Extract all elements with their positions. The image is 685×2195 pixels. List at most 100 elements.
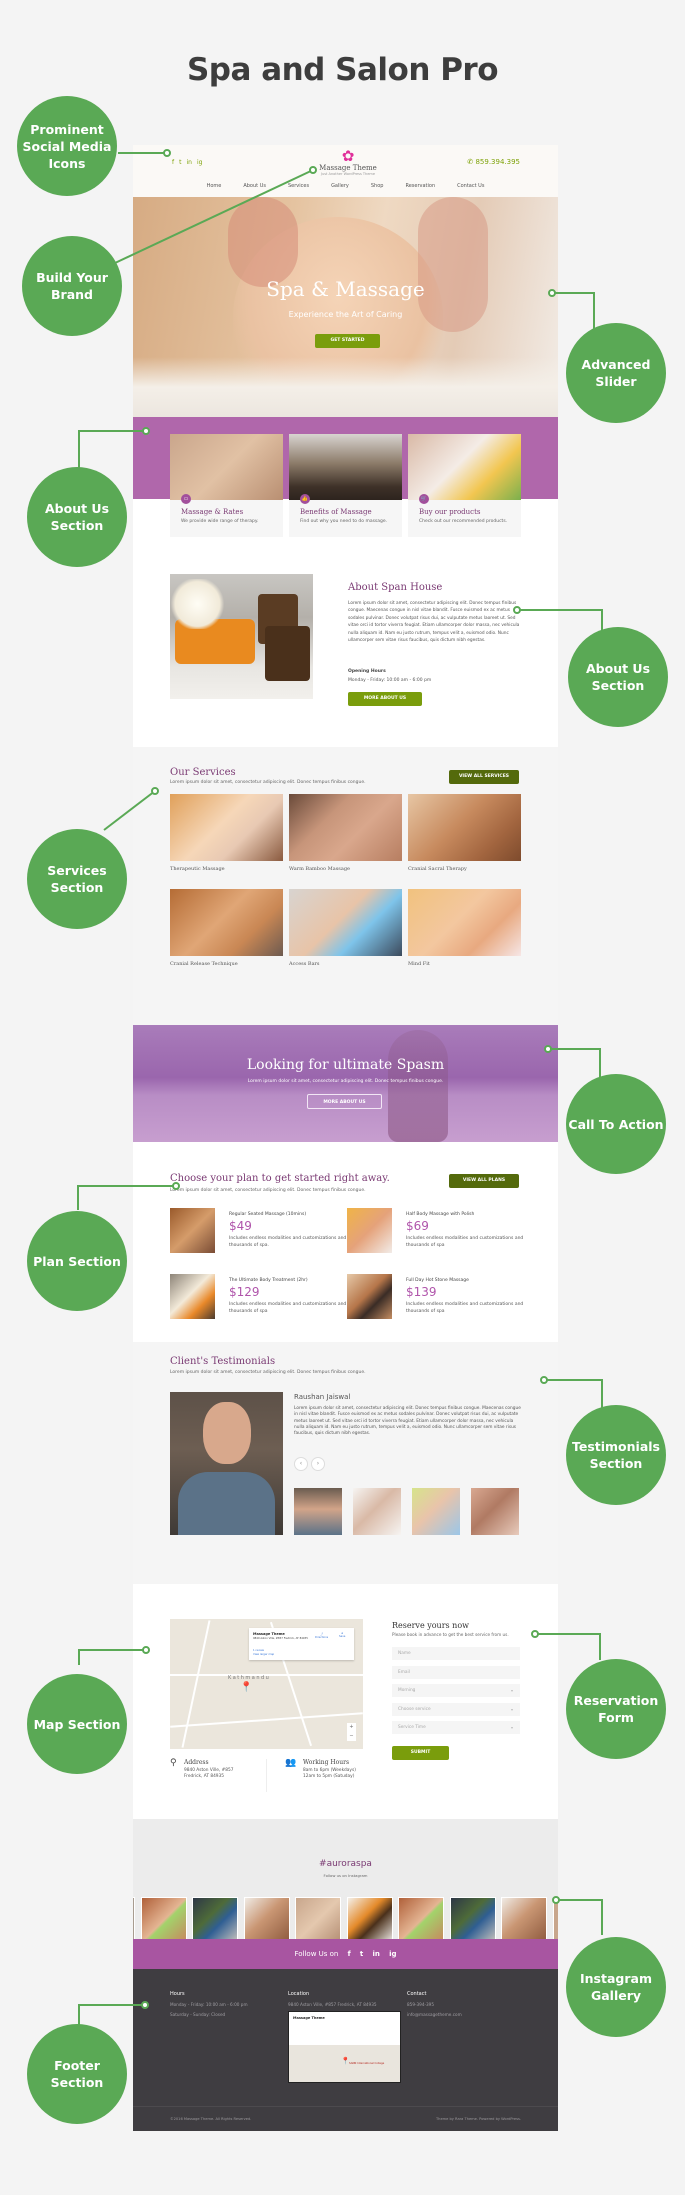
facebook-icon[interactable]: f bbox=[348, 1950, 351, 1958]
site-logo[interactable]: ✿ Massage Theme Just Another WordPress T… bbox=[313, 148, 383, 176]
plan-item[interactable]: The Ultimate Body Treatment (2hr) $129 I… bbox=[170, 1274, 350, 1320]
hero-image-towel bbox=[133, 357, 558, 417]
about-image bbox=[170, 574, 313, 699]
save-button[interactable]: ★ Save bbox=[339, 1632, 345, 1638]
plan-item[interactable]: Half Body Massage with Polish $69 Includ… bbox=[347, 1208, 527, 1254]
view-all-plans-button[interactable]: VIEW ALL PLANS bbox=[449, 1174, 519, 1188]
follow-label: Follow Us on bbox=[294, 1950, 339, 1958]
feature-desc: Check out our recommended products. bbox=[419, 519, 508, 524]
reservation-subtitle: Please book in advance to get the best s… bbox=[392, 1632, 509, 1637]
nav-contact[interactable]: Contact Us bbox=[457, 183, 484, 189]
facebook-icon[interactable]: f bbox=[172, 159, 174, 166]
instagram-photo[interactable] bbox=[141, 1897, 187, 1939]
testimonial-thumb[interactable] bbox=[471, 1488, 519, 1535]
submit-button[interactable]: SUBMIT bbox=[392, 1746, 449, 1760]
feature-card[interactable]: ▭ Massage & Rates We provide wide range … bbox=[170, 434, 283, 537]
instagram-icon[interactable]: ig bbox=[197, 159, 202, 166]
prev-arrow-button[interactable]: ‹ bbox=[294, 1457, 308, 1471]
footer-phone[interactable]: 859-394-395 bbox=[407, 2000, 434, 2010]
footer-map[interactable]: Massage Theme 📍 SANN International Colle… bbox=[288, 2011, 401, 2083]
next-arrow-button[interactable]: › bbox=[311, 1457, 325, 1471]
service-select[interactable]: Choose service ▾ bbox=[392, 1703, 520, 1716]
plan-item[interactable]: Regular Seated Massage (10mins) $49 Incl… bbox=[170, 1208, 350, 1254]
service-item[interactable]: Mind Fit bbox=[408, 889, 521, 967]
zoom-in-button[interactable]: + bbox=[349, 1724, 353, 1730]
testimonials-subtitle: Lorem ipsum dolor sit amet, consectetur … bbox=[170, 1370, 366, 1375]
working-hours-line: 12am to 5pm (Satuday) bbox=[303, 1774, 355, 1779]
service-item[interactable]: Access Bars bbox=[289, 889, 402, 967]
plans-subtitle: Lorem ipsum dolor sit amet, consectetur … bbox=[170, 1188, 366, 1193]
feature-card[interactable]: 🛒 Buy our products Check out our recomme… bbox=[408, 434, 521, 537]
callout-about-us-left: About Us Section bbox=[27, 467, 127, 567]
testimonial-thumb[interactable] bbox=[294, 1488, 342, 1535]
get-started-button[interactable]: GET STARTED bbox=[315, 334, 380, 348]
nav-reservation[interactable]: Reservation bbox=[405, 183, 435, 189]
callout-map: Map Section bbox=[27, 1674, 127, 1774]
callout-plan: Plan Section bbox=[27, 1211, 127, 1311]
instagram-photo[interactable] bbox=[295, 1897, 341, 1939]
name-field[interactable]: Name bbox=[392, 1647, 520, 1660]
phone-icon: ✆ bbox=[467, 158, 474, 166]
service-item[interactable]: Therapeutic Massage bbox=[170, 794, 283, 872]
instagram-photo[interactable] bbox=[501, 1897, 547, 1939]
nav-shop[interactable]: Shop bbox=[371, 183, 384, 189]
twitter-icon[interactable]: t bbox=[360, 1950, 363, 1958]
address-title: Address bbox=[184, 1759, 209, 1766]
plan-name: Regular Seated Massage (10mins) bbox=[229, 1212, 307, 1217]
directions-button[interactable]: ⤴ Directions bbox=[315, 1632, 328, 1639]
service-item[interactable]: Cranial Sacral Therapy bbox=[408, 794, 521, 872]
map-reviews-link[interactable]: 1 review bbox=[253, 1649, 264, 1652]
more-about-us-button[interactable]: MORE ABOUT US bbox=[348, 692, 422, 706]
nav-home[interactable]: Home bbox=[207, 183, 222, 189]
service-image bbox=[170, 889, 283, 956]
feature-card[interactable]: 👍 Benefits of Massage Find out why you n… bbox=[289, 434, 402, 537]
nav-services[interactable]: Services bbox=[288, 183, 309, 189]
location-map[interactable]: Massage Theme 9840 Aston Ville, #857 Fre… bbox=[170, 1619, 363, 1749]
plan-item[interactable]: Full Day Hot Stone Massage $139 Includes… bbox=[347, 1274, 527, 1320]
footer-email[interactable]: info@massagetheme.com bbox=[407, 2010, 462, 2020]
instagram-photo[interactable] bbox=[450, 1897, 496, 1939]
service-item[interactable]: Cranial Release Technique bbox=[170, 889, 283, 967]
nav-about[interactable]: About Us bbox=[243, 183, 266, 189]
time-of-day-select[interactable]: Morning ▾ bbox=[392, 1684, 520, 1697]
services-section: Our Services Lorem ipsum dolor sit amet,… bbox=[133, 747, 558, 1025]
hero-image-hand bbox=[228, 197, 298, 287]
map-zoom-controls[interactable]: + − bbox=[347, 1723, 356, 1741]
instagram-photo[interactable] bbox=[192, 1897, 238, 1939]
linkedin-icon[interactable]: in bbox=[186, 159, 191, 166]
email-field[interactable]: Email bbox=[392, 1666, 520, 1679]
instagram-subtitle: Follow us on Instagram bbox=[323, 1873, 368, 1878]
instagram-photo[interactable] bbox=[347, 1897, 393, 1939]
call-to-action-section: Looking for ultimate Spasm Lorem ipsum d… bbox=[133, 1025, 558, 1142]
plan-name: Full Day Hot Stone Massage bbox=[406, 1278, 469, 1283]
service-time-select[interactable]: Service Time ▾ bbox=[392, 1721, 520, 1734]
view-larger-map-link[interactable]: View larger map bbox=[253, 1653, 274, 1656]
instagram-photo[interactable] bbox=[244, 1897, 290, 1939]
about-title: About Span House bbox=[348, 582, 443, 593]
cta-more-about-us-button[interactable]: MORE ABOUT US bbox=[307, 1094, 382, 1109]
follow-bar: Follow Us on f t in ig bbox=[133, 1939, 558, 1969]
callout-footer: Footer Section bbox=[27, 2024, 127, 2124]
site-footer: Hours Monday - Friday: 10:00 am - 6:00 p… bbox=[133, 1969, 558, 2131]
zoom-out-button[interactable]: − bbox=[349, 1733, 353, 1739]
plan-price: $129 bbox=[229, 1285, 260, 1299]
testimonial-thumb[interactable] bbox=[353, 1488, 401, 1535]
instagram-photo[interactable] bbox=[553, 1897, 558, 1939]
testimonial-thumb[interactable] bbox=[412, 1488, 460, 1535]
twitter-icon[interactable]: t bbox=[179, 159, 181, 166]
footer-map-marker: SANN International College bbox=[349, 2062, 385, 2065]
service-item[interactable]: Warm Bamboo Massage bbox=[289, 794, 402, 872]
nav-gallery[interactable]: Gallery bbox=[331, 183, 349, 189]
site-header: f t in ig ✿ Massage Theme Just Another W… bbox=[133, 145, 558, 197]
lotus-icon: ✿ bbox=[341, 147, 355, 165]
view-all-services-button[interactable]: VIEW ALL SERVICES bbox=[449, 770, 519, 784]
instagram-icon[interactable]: ig bbox=[389, 1950, 396, 1958]
instagram-photo[interactable] bbox=[133, 1897, 135, 1939]
instagram-photo[interactable] bbox=[398, 1897, 444, 1939]
header-phone[interactable]: ✆ 859.394.395 bbox=[467, 158, 520, 166]
hero-subtitle: Experience the Art of Caring bbox=[288, 310, 403, 319]
divider bbox=[266, 1759, 267, 1792]
service-image bbox=[408, 794, 521, 861]
linkedin-icon[interactable]: in bbox=[372, 1950, 379, 1958]
plan-price: $139 bbox=[406, 1285, 437, 1299]
